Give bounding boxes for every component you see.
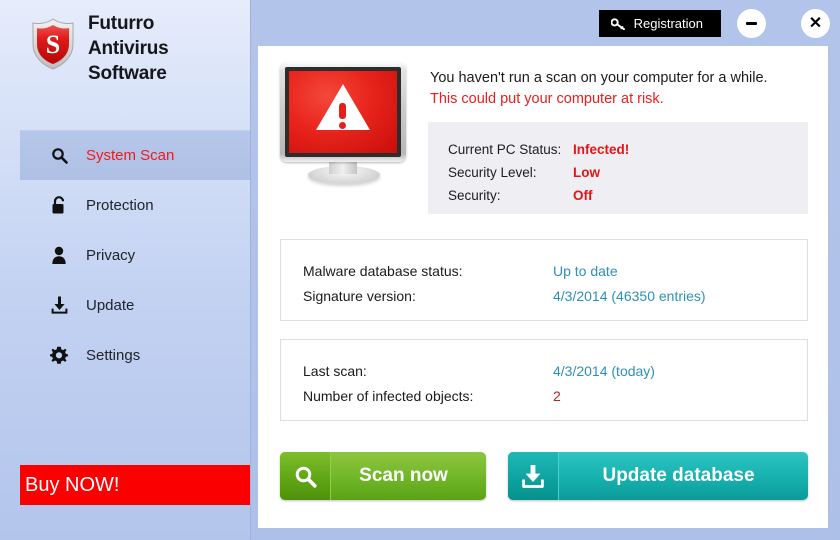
- warning-exclamation-bar: [339, 103, 346, 119]
- info-label: Malware database status:: [303, 262, 463, 279]
- status-label: Current PC Status:: [448, 142, 562, 157]
- update-database-button[interactable]: Update database: [508, 452, 808, 500]
- sidebar-item-protection[interactable]: Protection: [20, 180, 250, 230]
- info-value-infected-count: 2: [553, 387, 561, 404]
- info-row: Last scan: 4/3/2014 (today): [303, 358, 807, 383]
- warning-exclamation-dot: [339, 122, 346, 129]
- brand-title-line2: Antivirus: [88, 38, 169, 59]
- brand-header: S Futurro Antivirus Software: [0, 0, 250, 126]
- info-row: Number of infected objects: 2: [303, 383, 807, 408]
- minimize-icon: [746, 22, 757, 25]
- sidebar-nav: System Scan Protection Privacy Update Se…: [0, 130, 250, 380]
- sidebar-item-update[interactable]: Update: [20, 280, 250, 330]
- shield-s-icon: S: [28, 17, 78, 71]
- info-row: Signature version: 4/3/2014 (46350 entri…: [303, 283, 807, 308]
- hero-message-warning: This could put your computer at risk.: [430, 91, 664, 107]
- monitor-warning-icon: [280, 62, 410, 184]
- svg-text:S: S: [46, 30, 60, 59]
- brand-title-line3: Software: [88, 63, 167, 84]
- sidebar-item-system-scan[interactable]: System Scan: [20, 130, 250, 180]
- close-icon: ✕: [808, 14, 823, 32]
- scan-info-box: Last scan: 4/3/2014 (today) Number of in…: [280, 339, 808, 421]
- main-panel: You haven't run a scan on your computer …: [258, 46, 828, 528]
- sidebar-item-privacy[interactable]: Privacy: [20, 230, 250, 280]
- monitor-neck: [329, 160, 357, 174]
- key-icon: [610, 17, 625, 30]
- download-icon: [46, 296, 72, 314]
- minimize-button[interactable]: [737, 9, 766, 38]
- download-icon: [508, 452, 559, 500]
- status-summary-box: Current PC Status: Infected! Security Le…: [428, 122, 808, 214]
- status-label: Security Level:: [448, 165, 537, 180]
- info-value: 4/3/2014 (46350 entries): [553, 287, 706, 304]
- application-window: S Futurro Antivirus Software System Scan: [0, 0, 840, 540]
- status-row: Current PC Status: Infected!: [448, 138, 808, 161]
- status-row: Security: Off: [448, 184, 808, 207]
- person-icon: [46, 246, 72, 264]
- hero-message-primary: You haven't run a scan on your computer …: [430, 70, 768, 86]
- action-buttons: Scan now Update database: [280, 452, 808, 500]
- status-label: Security:: [448, 188, 501, 203]
- sidebar-item-label: Settings: [86, 346, 141, 364]
- registration-button[interactable]: Registration: [598, 10, 721, 37]
- info-value: Up to date: [553, 262, 618, 279]
- update-database-label: Update database: [602, 465, 755, 486]
- sidebar-item-label: Update: [86, 296, 135, 314]
- info-label: Number of infected objects:: [303, 387, 474, 404]
- info-value: 4/3/2014 (today): [553, 362, 655, 379]
- sidebar-item-label: System Scan: [86, 146, 175, 164]
- registration-label: Registration: [633, 16, 703, 31]
- magnifier-icon: [280, 452, 331, 500]
- status-value: Low: [573, 165, 600, 180]
- sidebar-item-label: Protection: [86, 196, 154, 214]
- database-info-box: Malware database status: Up to date Sign…: [280, 239, 808, 321]
- brand-title: Futurro Antivirus Software: [88, 11, 238, 86]
- info-label: Last scan:: [303, 362, 367, 379]
- gear-icon: [46, 346, 72, 364]
- info-row: Malware database status: Up to date: [303, 258, 807, 283]
- close-button[interactable]: ✕: [801, 9, 830, 38]
- status-value: Off: [573, 188, 593, 203]
- info-label: Signature version:: [303, 287, 416, 304]
- status-row: Security Level: Low: [448, 161, 808, 184]
- title-bar: Registration ✕: [250, 0, 840, 46]
- buy-now-button[interactable]: Buy NOW!: [20, 465, 250, 505]
- sidebar-item-settings[interactable]: Settings: [20, 330, 250, 380]
- lock-icon: [46, 195, 72, 215]
- scan-now-label: Scan now: [359, 465, 448, 486]
- scan-now-button[interactable]: Scan now: [280, 452, 486, 500]
- status-value: Infected!: [573, 142, 630, 157]
- sidebar: S Futurro Antivirus Software System Scan: [0, 0, 251, 540]
- sidebar-item-label: Privacy: [86, 246, 136, 264]
- hero-text: You haven't run a scan on your computer …: [430, 68, 810, 110]
- brand-title-line1: Futurro: [88, 13, 155, 34]
- magnifier-icon: [46, 147, 72, 164]
- hero-section: You haven't run a scan on your computer …: [258, 46, 828, 216]
